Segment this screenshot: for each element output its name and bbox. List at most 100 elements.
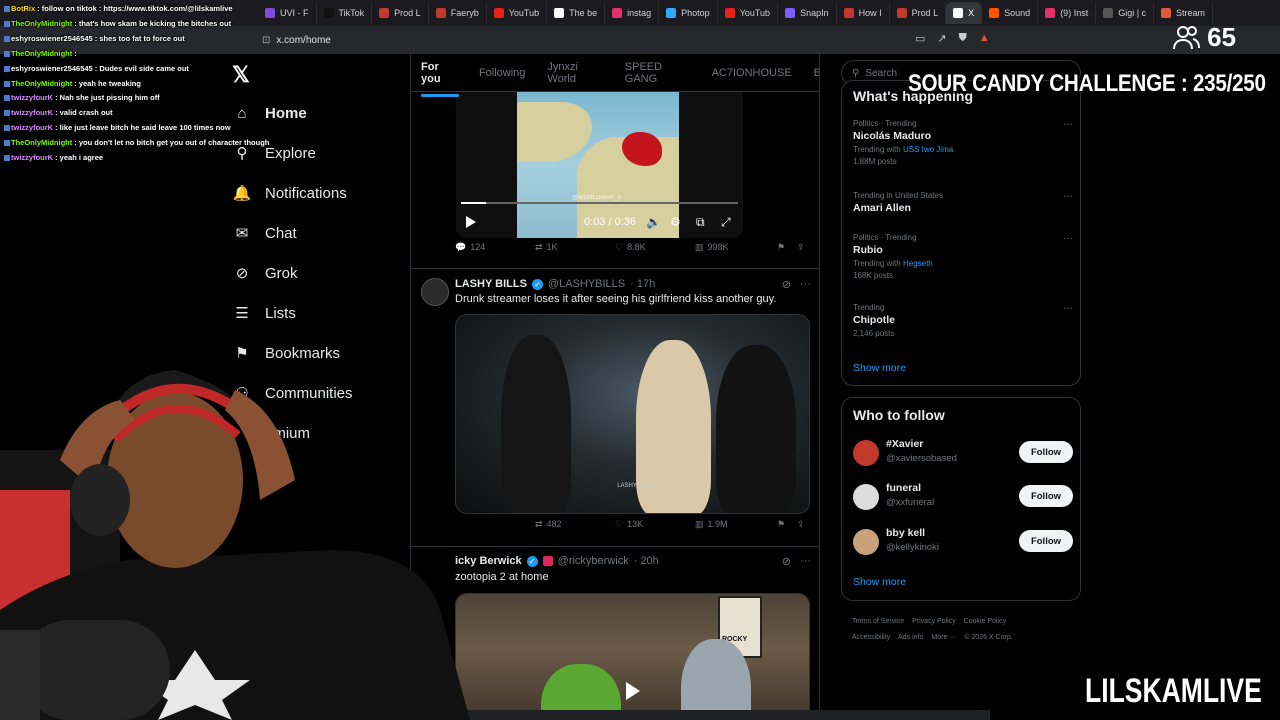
screen-icon[interactable]: ▭	[915, 32, 925, 45]
trend-item[interactable]: Politics · Trending Nicolás Maduro Trendin…	[853, 119, 1073, 166]
extension-icon[interactable]: ▲	[979, 32, 990, 45]
bookmark-icon[interactable]: ⚑	[777, 242, 785, 253]
tab-feed[interactable]: SPEED GANG	[625, 61, 690, 85]
tab-feed[interactable]: Following	[479, 67, 525, 79]
sidebar-item-lists[interactable]: ☰ Lists	[233, 293, 413, 333]
browser-tab[interactable]: Faeryb	[429, 2, 487, 24]
footer-link[interactable]: Accessibility	[852, 634, 890, 641]
avatar[interactable]	[853, 529, 879, 555]
address-bar[interactable]: ⊡ x.com/home	[262, 31, 902, 49]
repost-button[interactable]: ⇄ 1K	[535, 242, 558, 253]
grok-icon[interactable]: ⊘	[782, 278, 791, 291]
avatar[interactable]	[421, 278, 449, 306]
volume-icon[interactable]: 🔈	[646, 215, 661, 229]
chat-message: TheOnlyMidnight: you don't let no bitch …	[4, 136, 304, 151]
shield-icon[interactable]: ⛊	[959, 32, 967, 45]
tab-label: Prod L	[911, 8, 939, 18]
grok-icon[interactable]: ⊘	[782, 555, 791, 568]
tab-favicon-icon	[323, 8, 334, 18]
author-name[interactable]: LASHY BILLS	[455, 278, 527, 290]
browser-tab[interactable]: Photop	[659, 2, 718, 24]
share-icon[interactable]: ↗	[937, 32, 946, 45]
views-icon: ▥	[695, 241, 704, 252]
trend-related-link[interactable]: USS Iwo Jima	[903, 145, 953, 154]
sidebar-item-grok[interactable]: ⊘ Grok	[233, 253, 413, 293]
author-handle[interactable]: @LASHYBILLS	[548, 278, 625, 290]
post-video[interactable]: LASHY BILLS	[455, 314, 810, 514]
trend-related-link[interactable]: Hegseth	[903, 259, 933, 268]
repost-icon: ⇄	[535, 518, 543, 529]
fullscreen-icon[interactable]: ⤢	[721, 215, 731, 230]
browser-tab[interactable]: SnapIn	[778, 2, 837, 24]
tab-label: instag	[627, 8, 652, 18]
browser-tab[interactable]: YouTub	[718, 2, 779, 24]
sidebar-item-chat[interactable]: ✉ Chat	[233, 213, 413, 253]
author-handle[interactable]: @rickyberwick	[558, 555, 629, 567]
more-icon[interactable]: ···	[1063, 119, 1073, 130]
browser-tab[interactable]: Stream	[1154, 2, 1214, 24]
post-video-player[interactable]: @WORLDWAR_3 0:03 / 0:36 🔈 ⚙ ⧉ ⤢	[456, 92, 743, 238]
reply-button[interactable]: 💬 124	[455, 242, 485, 253]
footer-link[interactable]: Cookie Policy	[964, 618, 1006, 625]
post-time: · 20h	[633, 555, 659, 567]
more-icon[interactable]: ···	[1063, 233, 1073, 244]
footer-link[interactable]: Ads info	[898, 634, 923, 641]
avatar[interactable]	[853, 440, 879, 466]
footer-link[interactable]: Terms of Service	[852, 618, 904, 625]
repost-button[interactable]: ⇄ 482	[535, 519, 562, 530]
settings-icon[interactable]: ⚙	[670, 215, 681, 229]
views-button[interactable]: ▥ 1.9M	[695, 519, 728, 530]
browser-tab[interactable]: How I	[837, 2, 890, 24]
footer-link[interactable]: Privacy Policy	[912, 618, 956, 625]
share-icon[interactable]: ⇪	[797, 242, 805, 253]
like-button[interactable]: ♡ 8.8K	[615, 242, 646, 253]
follow-suggestion[interactable]: bby kell @kellykinoki Follow	[853, 527, 1073, 557]
tab-feed[interactable]: For you	[421, 61, 459, 97]
more-icon[interactable]: ···	[1063, 191, 1073, 202]
footer-link[interactable]: © 2026 X Corp.	[964, 634, 1012, 641]
more-icon[interactable]: ···	[1063, 303, 1073, 314]
follow-button[interactable]: Follow	[1019, 530, 1073, 552]
repost-count: 482	[546, 519, 562, 529]
viewer-count-value: 65	[1207, 22, 1236, 52]
views-button[interactable]: ▥ 998K	[695, 242, 729, 253]
browser-tab[interactable]: (9) Inst	[1038, 2, 1097, 24]
more-icon[interactable]: ···	[800, 555, 811, 567]
chat-text: : follow on tiktok : https://www.tiktok.…	[37, 4, 233, 13]
like-button[interactable]: ♡ 13K	[615, 519, 643, 530]
share-icon[interactable]: ⇪	[797, 519, 805, 530]
follow-suggestion[interactable]: funeral @xxfuneral Follow	[853, 482, 1073, 512]
bookmark-icon[interactable]: ⚑	[777, 519, 785, 530]
browser-tab[interactable]: Gigi | c	[1096, 2, 1155, 24]
browser-tab[interactable]: Prod L	[890, 2, 947, 24]
play-icon[interactable]	[466, 216, 476, 228]
browser-tab[interactable]: The be	[547, 2, 606, 24]
browser-tab[interactable]: YouTub	[487, 2, 548, 24]
follow-button[interactable]: Follow	[1019, 485, 1073, 507]
more-icon[interactable]: ···	[800, 278, 811, 290]
tab-feed[interactable]: B	[814, 67, 819, 79]
show-more-link[interactable]: Show more	[853, 576, 906, 588]
play-icon[interactable]	[626, 682, 640, 700]
video-seek-bar[interactable]	[461, 202, 738, 204]
follow-button[interactable]: Follow	[1019, 441, 1073, 463]
footer-link[interactable]: More ···	[931, 634, 956, 641]
sidebar-item-notifications[interactable]: 🔔 Notifications	[233, 173, 413, 213]
browser-tab[interactable]: TikTok	[317, 2, 373, 24]
browser-tab[interactable]: X	[946, 2, 983, 24]
show-more-link[interactable]: Show more	[853, 362, 906, 374]
trend-item[interactable]: Politics · Trending Rubio Trending with He…	[853, 233, 1073, 280]
browser-tab[interactable]: instag	[605, 2, 660, 24]
browser-tab[interactable]: Sound	[982, 2, 1039, 24]
trend-item[interactable]: Trending in United States Amari Allen ···	[853, 191, 1073, 214]
browser-tab[interactable]: Prod L	[372, 2, 429, 24]
pip-icon[interactable]: ⧉	[696, 215, 705, 230]
tab-feed[interactable]: AC7IONHOUSE	[712, 67, 792, 79]
chat-message: twizzyfourK: valid crash out	[4, 106, 304, 121]
tab-feed[interactable]: Jynxzi World	[547, 61, 602, 85]
avatar[interactable]	[853, 484, 879, 510]
trend-item[interactable]: Trending Chipotle 2,146 posts ···	[853, 303, 1073, 338]
follow-suggestion[interactable]: #Xavier @xaviersobased Follow	[853, 438, 1073, 468]
post-video[interactable]: ROCKY	[455, 593, 810, 720]
feed-tabs: For you Following Jynxzi World SPEED GANG AC…	[411, 54, 819, 97]
